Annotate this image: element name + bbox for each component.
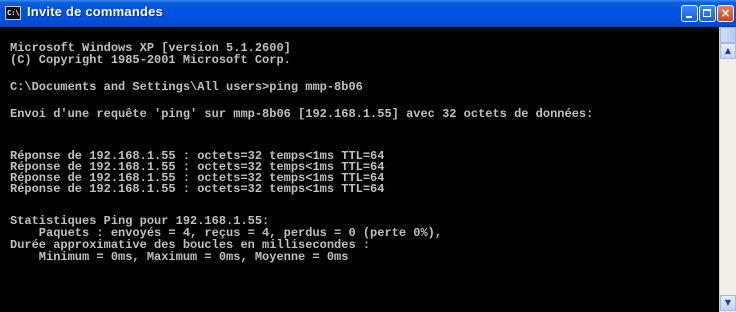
maximize-icon — [703, 9, 711, 17]
maximize-button[interactable] — [699, 5, 716, 22]
scroll-down-button[interactable]: ▼ — [720, 295, 736, 311]
close-icon: × — [720, 6, 731, 20]
title-bar[interactable]: C:\ Invite de commandes × — [0, 0, 736, 27]
window-title: Invite de commandes — [27, 4, 164, 19]
console-line: Minimum = 0ms, Maximum = 0ms, Moyenne = … — [10, 250, 349, 264]
minimize-icon — [686, 16, 692, 18]
command-prompt-window: C:\ Invite de commandes × Microsoft Wind… — [0, 0, 736, 312]
scroll-thumb[interactable] — [720, 27, 736, 43]
console-line: (C) Copyright 1985-2001 Microsoft Corp. — [10, 53, 291, 67]
console-line: C:\Documents and Settings\All users>ping… — [10, 80, 363, 94]
console-line: Envoi d'une requête 'ping' sur mmp-8b06 … — [10, 107, 594, 121]
console-output[interactable]: Microsoft Windows XP [version 5.1.2600] … — [0, 27, 719, 312]
close-button[interactable]: × — [717, 5, 734, 22]
console-icon[interactable]: C:\ — [5, 6, 21, 20]
vertical-scrollbar[interactable]: ▲ ▼ — [719, 27, 736, 312]
console-line: Réponse de 192.168.1.55 : octets=32 temp… — [10, 182, 385, 196]
scroll-up-button[interactable]: ▲ — [720, 43, 736, 59]
minimize-button[interactable] — [681, 5, 698, 22]
